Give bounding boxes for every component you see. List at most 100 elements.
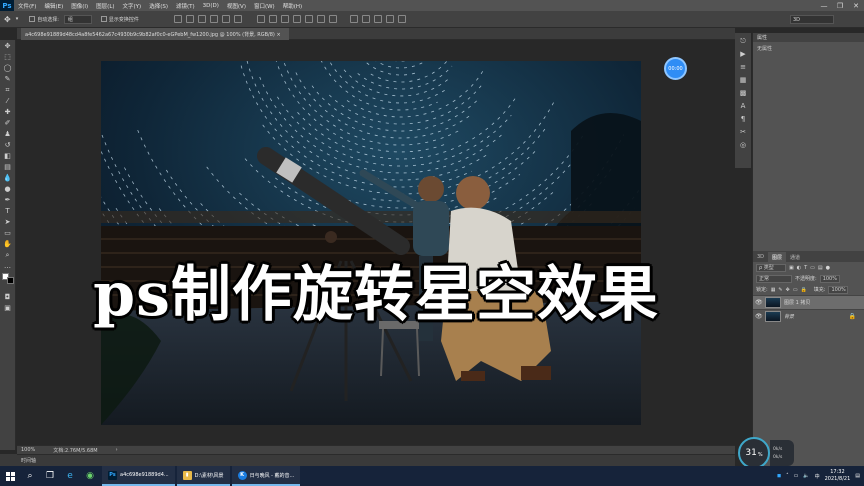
menu-edit[interactable]: 编辑(E) xyxy=(40,2,67,10)
eyedropper-tool-icon[interactable]: ⁄ xyxy=(3,97,12,105)
visibility-eye-icon[interactable]: 👁 xyxy=(755,313,763,320)
lasso-tool-icon[interactable]: ◯ xyxy=(3,64,12,72)
layer-row-copy[interactable]: 👁 图层 1 拷贝 xyxy=(753,295,864,309)
filter-smart-icon[interactable]: ▤ xyxy=(818,265,823,271)
layer-kind-filter[interactable]: ρ 类型 xyxy=(756,263,786,272)
visibility-eye-icon[interactable]: 👁 xyxy=(755,299,763,306)
taskbar-clock[interactable]: 17:32 2021/8/21 xyxy=(825,469,851,483)
history-brush-tool-icon[interactable]: ↺ xyxy=(3,141,12,149)
auto-align-icon[interactable] xyxy=(328,15,337,23)
menu-layer[interactable]: 图层(L) xyxy=(92,2,118,10)
actions-panel-icon[interactable]: ▶ xyxy=(739,50,748,59)
background-color-swatch[interactable] xyxy=(6,277,14,284)
workspace-select[interactable]: 3D xyxy=(790,15,834,24)
tab-channels[interactable]: 通道 xyxy=(786,252,804,262)
document-canvas-image[interactable] xyxy=(101,61,641,425)
menu-image[interactable]: 图像(I) xyxy=(67,2,92,10)
browser-icon[interactable]: ◉ xyxy=(80,466,100,486)
show-hidden-icons-icon[interactable]: ˄ xyxy=(786,473,789,479)
blend-mode-select[interactable]: 正常 xyxy=(756,274,792,283)
edge-browser-icon[interactable]: e xyxy=(60,466,80,486)
brush-tool-icon[interactable]: ✐ xyxy=(3,119,12,127)
auto-select-target-select[interactable]: 组 xyxy=(63,14,92,24)
character-panel-icon[interactable]: A xyxy=(739,102,748,111)
distribute-hcenter-icon[interactable] xyxy=(304,15,313,23)
input-method-icon[interactable]: 中 xyxy=(815,473,820,480)
taskbar-app-photoshop[interactable]: Ps a4c698e91889d4... xyxy=(102,466,175,486)
taskbar-app-music[interactable]: K 日与晚风 - 戴的音... xyxy=(231,466,301,486)
document-size-info[interactable]: 文档:2.76M/5.68M xyxy=(53,447,97,454)
align-vcenter-icon[interactable] xyxy=(185,15,194,23)
align-left-icon[interactable] xyxy=(209,15,218,23)
distribute-vcenter-icon[interactable] xyxy=(268,15,277,23)
tab-layers[interactable]: 图层 xyxy=(768,252,787,262)
move-tool-icon[interactable]: ✥ xyxy=(3,42,12,50)
tray-app-icon[interactable]: ◼ xyxy=(777,473,781,479)
eraser-tool-icon[interactable]: ◧ xyxy=(3,152,12,160)
tools-panel-icon[interactable]: ✂ xyxy=(739,128,748,137)
close-button[interactable]: ✕ xyxy=(848,0,864,11)
document-tab[interactable]: a4c698e91889d48cd4a8fe5462a67c4930b9c9b8… xyxy=(21,28,289,40)
lock-artboard-icon[interactable]: ▭ xyxy=(793,287,798,293)
filter-shape-icon[interactable]: ▭ xyxy=(810,265,815,271)
tab-3d[interactable]: 3D xyxy=(753,252,768,262)
color-swatches[interactable] xyxy=(1,273,14,284)
zoom-tool-icon[interactable]: ⌕ xyxy=(3,251,12,259)
distribute-right-icon[interactable] xyxy=(316,15,325,23)
distribute-top-icon[interactable] xyxy=(256,15,265,23)
menu-3d[interactable]: 3D(D) xyxy=(199,3,223,9)
lock-paint-icon[interactable]: ✎ xyxy=(778,287,782,293)
show-transform-checkbox[interactable] xyxy=(100,16,107,22)
path-select-tool-icon[interactable]: ➤ xyxy=(3,218,12,226)
marquee-tool-icon[interactable]: ⬚ xyxy=(3,53,12,61)
recording-timer-badge[interactable]: 00:00 xyxy=(664,57,687,80)
volume-icon[interactable]: 🔈 xyxy=(803,473,809,479)
network-icon[interactable]: ▭ xyxy=(794,473,799,479)
search-icon[interactable]: ⌕ xyxy=(20,466,40,486)
swatches-panel-icon[interactable]: ▩ xyxy=(739,89,748,98)
lock-move-icon[interactable]: ✥ xyxy=(786,287,790,293)
timeline-panel[interactable]: 时间轴 xyxy=(17,454,735,466)
gradient-tool-icon[interactable]: ▤ xyxy=(3,163,12,171)
align-top-icon[interactable] xyxy=(173,15,182,23)
quick-mask-icon[interactable]: ◘ xyxy=(3,293,12,301)
status-menu-arrow-icon[interactable]: › xyxy=(116,447,118,453)
minimize-button[interactable]: — xyxy=(816,0,832,11)
menu-type[interactable]: 文字(Y) xyxy=(119,2,146,10)
paragraph-panel-icon[interactable]: ¶ xyxy=(739,115,748,124)
type-tool-icon[interactable]: T xyxy=(3,207,12,215)
timeline-label[interactable]: 时间轴 xyxy=(21,457,36,464)
menu-window[interactable]: 窗口(W) xyxy=(250,2,279,10)
align-hcenter-icon[interactable] xyxy=(221,15,230,23)
network-speed-widget[interactable]: 31% xyxy=(738,437,770,469)
taskbar-app-explorer[interactable]: ▮ D:\素材\风景 xyxy=(176,466,230,486)
quick-select-tool-icon[interactable]: ✎ xyxy=(3,75,12,83)
tool-preset-dropdown-icon[interactable]: ▾ xyxy=(16,16,19,22)
screen-mode-icon[interactable]: ▣ xyxy=(3,304,12,312)
lock-pixels-icon[interactable]: ▦ xyxy=(771,287,776,293)
align-right-icon[interactable] xyxy=(233,15,242,23)
clone-stamp-tool-icon[interactable]: ♟ xyxy=(3,130,12,138)
lock-all-icon[interactable]: 🔒 xyxy=(801,287,807,293)
move-tool-icon[interactable]: ✥ xyxy=(4,15,11,24)
menu-file[interactable]: 文件(F) xyxy=(14,2,40,10)
3d-rotate-icon[interactable] xyxy=(349,15,358,23)
adjustments-panel-icon[interactable]: ≡ xyxy=(739,63,748,72)
filter-toggle-icon[interactable]: ● xyxy=(826,265,830,271)
3d-scale-icon[interactable] xyxy=(397,15,406,23)
fill-input[interactable]: 100% xyxy=(828,285,849,294)
distribute-bottom-icon[interactable] xyxy=(280,15,289,23)
opacity-input[interactable]: 100% xyxy=(819,274,840,283)
filter-type-icon[interactable]: T xyxy=(804,265,807,271)
align-bottom-icon[interactable] xyxy=(197,15,206,23)
properties-panel-header[interactable]: 属性 xyxy=(753,33,864,42)
show-transform-toggle[interactable]: 显示变换控件 xyxy=(100,16,139,23)
distribute-left-icon[interactable] xyxy=(292,15,301,23)
shape-tool-icon[interactable]: ▭ xyxy=(3,229,12,237)
auto-select-checkbox[interactable] xyxy=(29,16,36,22)
more-tools-icon[interactable]: … xyxy=(3,262,12,270)
3d-slide-icon[interactable] xyxy=(385,15,394,23)
layer-row-background[interactable]: 👁 背景 🔒 xyxy=(753,309,864,323)
blur-tool-icon[interactable]: 💧 xyxy=(3,174,12,182)
task-view-icon[interactable]: ❐ xyxy=(40,466,60,486)
